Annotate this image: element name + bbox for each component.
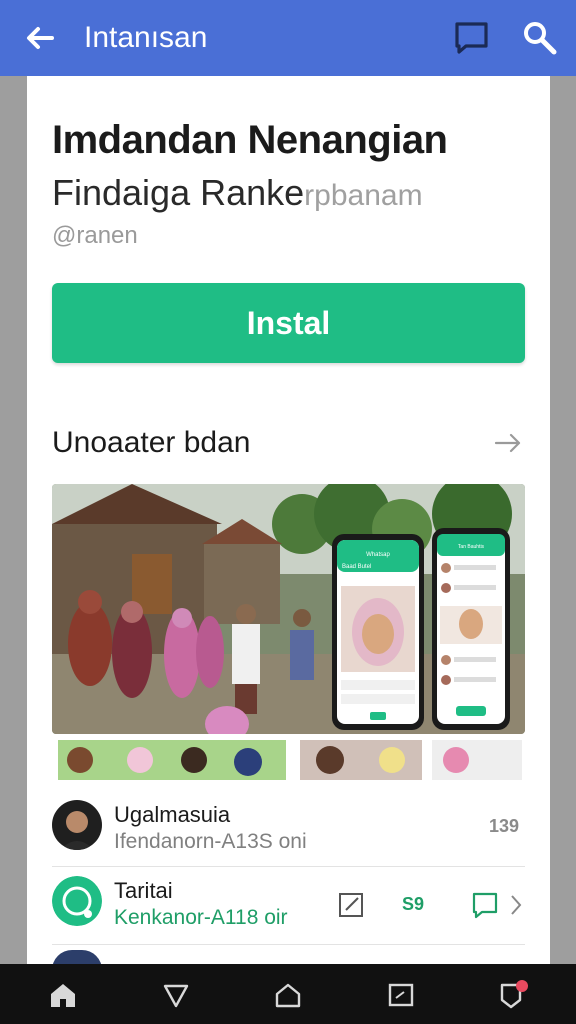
- divider: [52, 866, 525, 867]
- window-icon[interactable]: [386, 980, 416, 1010]
- install-button[interactable]: Instal: [52, 283, 525, 363]
- app-details-card: Imdandan Nenangian Findaiga Rankerpbanam…: [27, 76, 550, 966]
- chat-bubble-icon[interactable]: [470, 890, 500, 920]
- phone-left-title: Baad Butel: [342, 564, 371, 570]
- person-avatar-icon: [52, 800, 102, 850]
- list-item-name: Taritai: [114, 878, 173, 903]
- thumbnail-strip[interactable]: [52, 740, 525, 786]
- edit-icon[interactable]: [336, 890, 366, 920]
- back-arrow-icon[interactable]: [22, 20, 58, 56]
- village-scene-image: Whatsap Baad Butel Tan Bauhtis: [52, 484, 525, 734]
- square-chat-icon[interactable]: [452, 18, 492, 58]
- bottom-navigation: [0, 964, 576, 1024]
- badge-notification-icon[interactable]: [498, 980, 528, 1010]
- whatsapp-logo-icon: [52, 876, 102, 926]
- list-item-sub: Kenkanor-A118 oir: [114, 906, 288, 929]
- app-subtitle-faded: rpbanam: [304, 179, 423, 212]
- app-name: Imdandan Nenangian: [52, 118, 448, 162]
- search-icon[interactable]: [520, 18, 560, 58]
- app-bar-title: Intanısan: [84, 21, 208, 54]
- app-subtitle-main: Findaiga Ranke: [52, 172, 305, 213]
- avatar: [52, 800, 102, 850]
- app-bar: Intanısan: [0, 0, 576, 76]
- thumbnail-strip-image: [58, 740, 522, 780]
- home-icon[interactable]: [48, 980, 78, 1010]
- chevron-right-icon[interactable]: [508, 892, 524, 918]
- list-item-meta: S9: [402, 894, 425, 914]
- app-subtitle: Findaiga Rankerpbanam: [52, 172, 423, 214]
- section-title[interactable]: Unoaater bdan: [52, 426, 251, 460]
- phone-right-title: Tan Bauhtis: [458, 544, 485, 550]
- phone-left-header: Whatsap: [366, 552, 390, 558]
- avatar: [52, 876, 102, 926]
- shield-down-icon[interactable]: [161, 980, 191, 1010]
- list-item[interactable]: Ugalmasuia Ifendanorn-A13S oni 139: [52, 796, 525, 860]
- developer-name[interactable]: @ranen: [52, 222, 138, 250]
- list-item-meta: 139: [488, 816, 519, 836]
- divider: [52, 944, 525, 945]
- house-outline-icon[interactable]: [273, 980, 303, 1010]
- list-item-sub: Ifendanorn-A13S oni: [114, 830, 307, 853]
- list-item[interactable]: Taritai Kenkanor-A118 oir S9: [52, 872, 525, 936]
- arrow-right-icon[interactable]: [493, 428, 523, 458]
- app-screenshot[interactable]: Whatsap Baad Butel Tan Bauhtis: [52, 484, 525, 734]
- list-item-name: Ugalmasuia: [114, 802, 231, 827]
